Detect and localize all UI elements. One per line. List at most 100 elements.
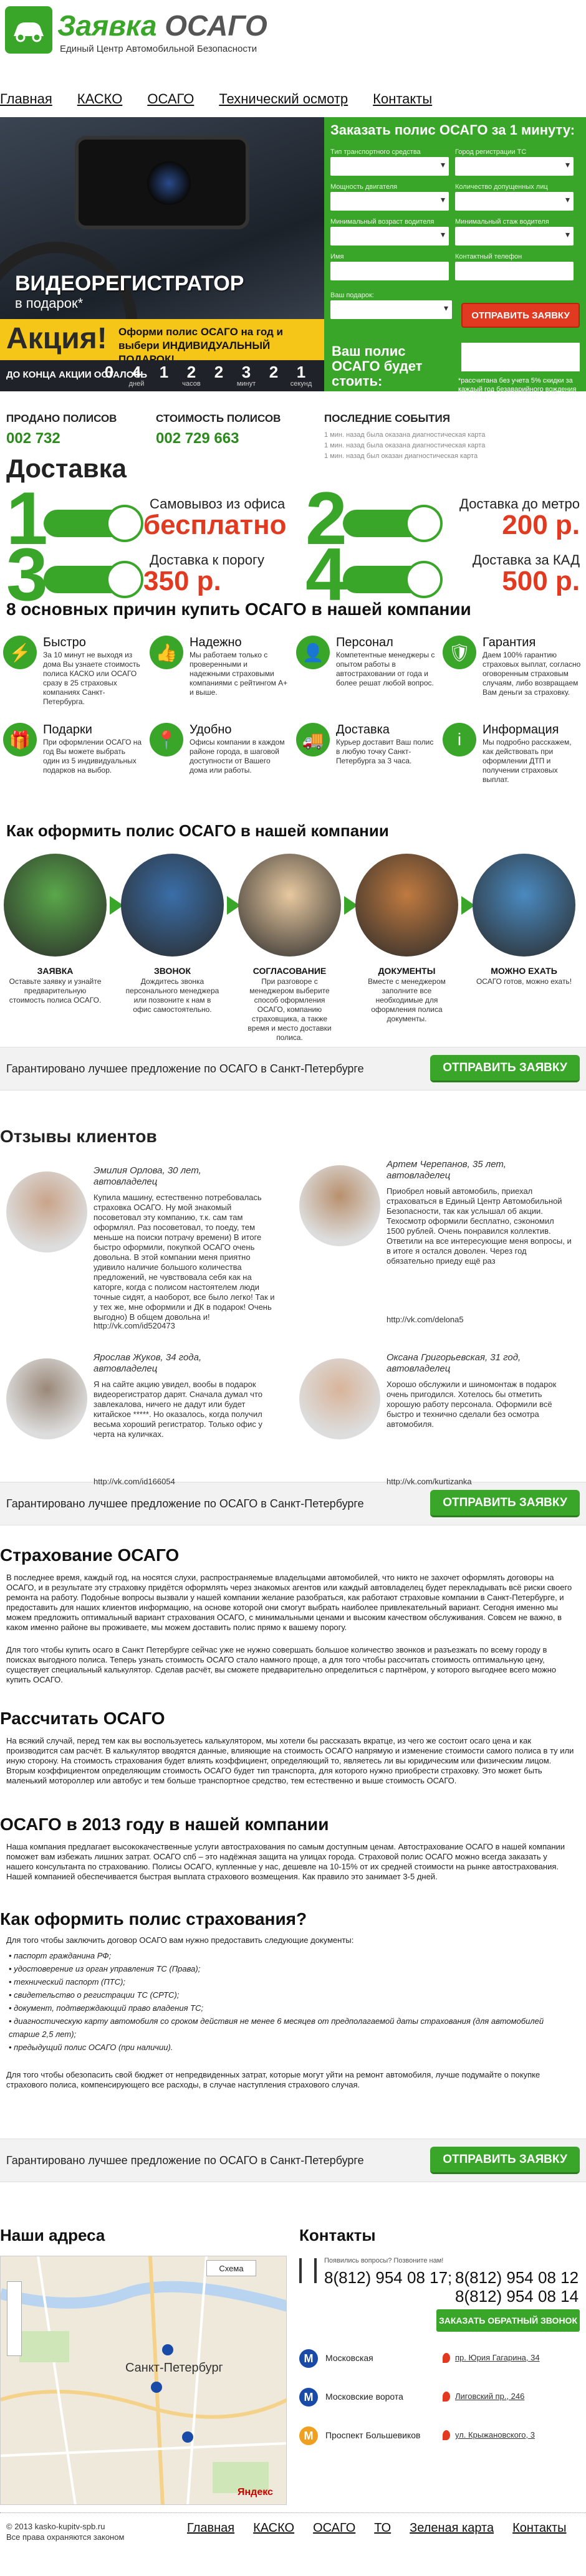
review-link[interactable]: http://vk.com/delona5 xyxy=(387,1315,464,1324)
reason-desc: Мы подробно расскажем, как действовать п… xyxy=(483,738,572,784)
form-select[interactable] xyxy=(455,192,574,211)
logo-title[interactable]: Заявка ОСАГО xyxy=(57,9,267,42)
review-link[interactable]: http://vk.com/id166054 xyxy=(94,1477,175,1486)
reason-title: Персонал xyxy=(336,636,393,649)
metro-icon: M xyxy=(299,2349,318,2368)
map-brand: Яндекс xyxy=(238,2487,273,2497)
phone-icon xyxy=(299,2258,317,2283)
countdown-digit: 2 xyxy=(186,363,196,381)
cost-result xyxy=(461,343,580,371)
metro-address[interactable]: пр. Юрия Гагарина, 34 xyxy=(455,2353,540,2362)
cta-send-button-3[interactable]: ОТПРАВИТЬ ЗАЯВКУ xyxy=(430,2147,580,2174)
form-title: Заказать полис ОСАГО за 1 минуту: xyxy=(330,122,575,138)
hero-title: ВИДЕОРЕГИСТРАТОР xyxy=(15,272,244,295)
cta-send-button[interactable]: ОТПРАВИТЬ ЗАЯВКУ xyxy=(430,1055,580,1082)
review-link[interactable]: http://vk.com/kurtizanka xyxy=(387,1477,472,1486)
map[interactable]: Санкт-Петербург Схема Яндекс xyxy=(0,2256,287,2505)
reason-desc: Компетентные менеджеры с опытом работы в… xyxy=(336,651,435,687)
nav-contacts[interactable]: Контакты xyxy=(373,91,432,107)
osago-text-2: Для того чтобы купить осаго в Санкт Пете… xyxy=(6,1645,557,1684)
bolt-icon: ⚡ xyxy=(3,636,37,669)
form-field-label: Город регистрации ТС xyxy=(455,148,527,156)
footer-nav-osago[interactable]: ОСАГО xyxy=(313,2521,355,2535)
metro-icon: M xyxy=(299,2426,318,2445)
form-select[interactable] xyxy=(330,157,449,176)
footer-nav-home[interactable]: Главная xyxy=(187,2521,234,2535)
reviewer-name: Ярослав Жуков, 34 года, xyxy=(94,1352,202,1363)
form-select[interactable] xyxy=(455,157,574,176)
logo-subtitle: Единый Центр Автомобильной Безопасности xyxy=(60,44,257,54)
footer-nav-to[interactable]: ТО xyxy=(374,2521,391,2535)
metro-icon: M xyxy=(299,2388,318,2407)
reason-title: Информация xyxy=(483,723,559,737)
copyright-line: © 2013 kasko-kupitv-spb.ru xyxy=(6,2522,105,2531)
step-image xyxy=(355,854,458,956)
phone-1[interactable]: 8(812) 954 08 17; xyxy=(324,2268,452,2287)
metro-address[interactable]: Лиговский пр., 246 xyxy=(455,2392,524,2401)
howto-title: Как оформить полис страхования? xyxy=(0,1909,307,1929)
map-image xyxy=(1,2256,286,2504)
shield-icon: 🛡 xyxy=(443,636,476,669)
sold-label: ПРОДАНО ПОЛИСОВ xyxy=(6,413,117,424)
phone-2[interactable]: 8(812) 954 08 12 xyxy=(455,2268,579,2287)
howto-intro: Для того чтобы заключить договор ОСАГО в… xyxy=(6,1935,354,1945)
reason-title: Гарантия xyxy=(483,636,536,649)
form-select[interactable] xyxy=(330,192,449,211)
callback-button[interactable]: ЗАКАЗАТЬ ОБРАТНЫЙ ЗВОНОК xyxy=(436,2309,580,2332)
contacts-title: Контакты xyxy=(299,2226,376,2244)
countdown-unit: дней xyxy=(128,380,145,388)
submit-order-button[interactable]: ОТПРАВИТЬ ЗАЯВКУ xyxy=(461,303,580,328)
info-icon: i xyxy=(443,723,476,756)
reason-title: Удобно xyxy=(190,723,232,737)
docs-list: паспорт гражданина РФ; удостоверение из … xyxy=(9,1949,557,2054)
countdown-digit: 2 xyxy=(214,363,224,381)
reviewer-name: Эмилия Орлова, 30 лет, xyxy=(94,1165,201,1176)
delivery-price: 500 р. xyxy=(502,566,580,596)
event-item: 1 мин. назад был оказан диагностическая … xyxy=(324,452,478,460)
pin-icon: 📍 xyxy=(150,723,183,756)
form-select[interactable] xyxy=(455,227,574,246)
pin-icon xyxy=(443,2392,450,2402)
reviewer-name: Оксана Григорьевская, 31 год, xyxy=(387,1352,521,1363)
footer-nav: Главная КАСКО ОСАГО ТО Зеленая карта Кон… xyxy=(187,2521,567,2535)
cta-banner-2: Гарантировано лучшее предложение по ОСАГ… xyxy=(0,1482,586,1525)
map-zoom-slider[interactable] xyxy=(7,2281,22,2356)
review-link[interactable]: http://vk.com/id520473 xyxy=(94,1321,175,1330)
countdown-digit: 2 xyxy=(269,363,279,381)
nav-osago[interactable]: ОСАГО xyxy=(147,91,194,107)
reason-desc: При оформлении ОСАГО на год Вы можете вы… xyxy=(43,738,142,775)
list-item: технический паспорт (ПТС); xyxy=(9,1975,557,1988)
footer-nav-kasko[interactable]: КАСКО xyxy=(253,2521,294,2535)
map-scheme-button[interactable]: Схема xyxy=(206,2260,256,2276)
form-note: *рассчитана без учета 5% скидки за кажды… xyxy=(458,377,577,393)
delivery-icon xyxy=(405,505,443,542)
form-select[interactable] xyxy=(330,227,449,246)
dashcam-image xyxy=(75,136,249,229)
nav-home[interactable]: Главная xyxy=(0,91,52,107)
nav-kasko[interactable]: КАСКО xyxy=(77,91,123,107)
metro-address[interactable]: ул. Крыжановского, 3 xyxy=(455,2430,535,2440)
countdown-digit: 1 xyxy=(159,363,169,381)
cta-send-button-2[interactable]: ОТПРАВИТЬ ЗАЯВКУ xyxy=(430,1490,580,1517)
reason-desc: Даем 100% гарантию страховых выплат, сог… xyxy=(483,651,581,697)
step-title: МОЖНО ЕХАТЬ xyxy=(491,966,557,976)
list-item: удостоверение из орган управления ТС (Пр… xyxy=(9,1962,557,1975)
gift-select[interactable] xyxy=(330,300,452,319)
form-input[interactable] xyxy=(455,262,574,280)
call-hint: Появились вопросы? Позвоните нам! xyxy=(324,2257,444,2264)
metro-station: Московская xyxy=(325,2353,373,2363)
gift-label: Ваш подарок: xyxy=(330,292,374,299)
person-icon: 👤 xyxy=(296,636,330,669)
nav-techinspect[interactable]: Технический осмотр xyxy=(219,91,348,107)
form-input[interactable] xyxy=(330,262,449,280)
cta-banner-3: Гарантировано лучшее предложение по ОСАГ… xyxy=(0,2139,586,2182)
footer-nav-contacts[interactable]: Контакты xyxy=(512,2521,566,2535)
phone-3[interactable]: 8(812) 954 08 14 xyxy=(455,2287,579,2306)
cost-label: Ваш полис ОСАГО будет стоить: xyxy=(332,343,423,389)
reason-title: Быстро xyxy=(43,636,86,649)
reason-desc: Мы работаем только с проверенными и наде… xyxy=(190,651,288,697)
footer-nav-greencard[interactable]: Зеленая карта xyxy=(410,2521,494,2535)
countdown-digit: 1 xyxy=(296,363,306,381)
reason-desc: Офисы компании в каждом районе города, в… xyxy=(190,738,285,775)
osago-title: Страхование ОСАГО xyxy=(0,1545,180,1565)
